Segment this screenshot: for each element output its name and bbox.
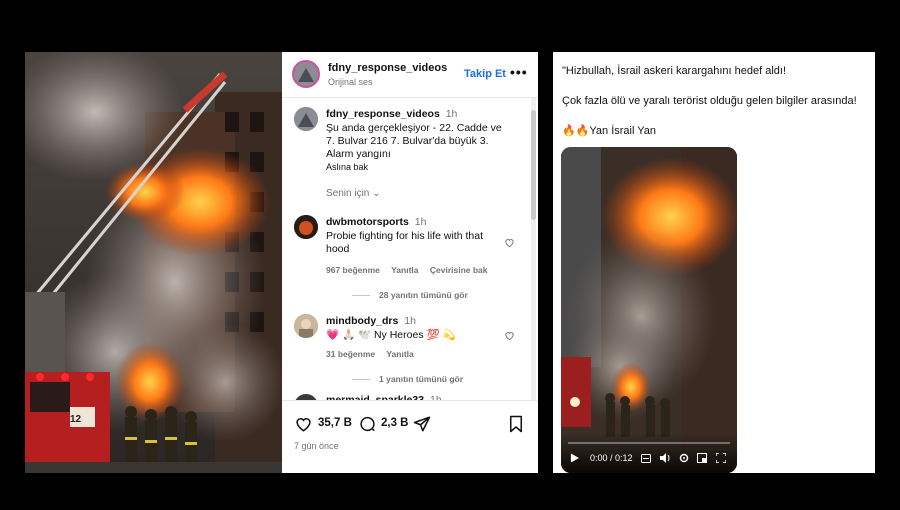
audio-label[interactable]: Orijinal ses bbox=[328, 77, 373, 87]
video-frame-image bbox=[561, 147, 737, 473]
share-icon[interactable] bbox=[413, 415, 431, 433]
avatar-image bbox=[294, 62, 318, 86]
caption-username-text[interactable]: fdny_response_videos bbox=[326, 108, 440, 120]
comment-time: 1h bbox=[404, 315, 416, 327]
comment-header: mindbody_drs 1h bbox=[326, 315, 416, 327]
comment-like-count[interactable]: 967 beğenme bbox=[326, 265, 380, 275]
tweet-text-line1: "Hizbullah, İsrail askeri karargahını he… bbox=[562, 65, 787, 77]
see-original-link[interactable]: Aslına bak bbox=[326, 162, 368, 172]
post-sidebar: fdny_response_videos Orijinal ses Takip … bbox=[282, 52, 538, 473]
caption-text: Şu anda gerçekleşiyor - 22. Cadde ve 7. … bbox=[326, 122, 502, 160]
comment-text: Probie fighting for his life with that h… bbox=[326, 230, 483, 255]
reply-button[interactable]: Yanıtla bbox=[391, 265, 418, 275]
more-options-icon[interactable]: ••• bbox=[510, 64, 528, 80]
view-replies-button[interactable]: 1 yanıtın tümünü gör bbox=[379, 374, 463, 384]
caption-time: 1h bbox=[445, 108, 458, 120]
like-count[interactable]: 35,7 B bbox=[318, 417, 352, 429]
avatar-image bbox=[294, 215, 318, 239]
comments-scrollbar-thumb[interactable] bbox=[531, 110, 536, 220]
replies-divider bbox=[352, 379, 370, 380]
video-progress-track[interactable] bbox=[568, 442, 730, 444]
comment-meta: 967 beğenme Yanıtla Çevirisine bak bbox=[326, 265, 497, 275]
fullscreen-icon[interactable] bbox=[716, 453, 726, 463]
comment-filter-label: Senin için bbox=[326, 188, 370, 199]
comment-icon[interactable] bbox=[358, 415, 377, 433]
comment-username[interactable]: dwbmotorsports bbox=[326, 216, 409, 228]
picture-in-picture-icon[interactable] bbox=[697, 453, 707, 463]
post-photo[interactable]: 12 bbox=[25, 52, 282, 473]
volume-icon[interactable] bbox=[660, 453, 671, 463]
heart-icon[interactable] bbox=[504, 330, 515, 341]
author-username[interactable]: fdny_response_videos bbox=[328, 62, 447, 74]
like-heart-icon[interactable] bbox=[294, 415, 313, 433]
post-header: fdny_response_videos Orijinal ses Takip … bbox=[282, 52, 538, 98]
replies-divider bbox=[352, 295, 370, 296]
comment-username[interactable]: mindbody_drs bbox=[326, 315, 398, 327]
reply-button[interactable]: Yanıtla bbox=[386, 349, 413, 359]
post-action-bar: 35,7 B 2,3 B 7 gün önce bbox=[282, 400, 538, 473]
caption-username: fdny_response_videos 1h bbox=[326, 108, 457, 120]
translate-button[interactable]: Çevirisine bak bbox=[430, 265, 488, 275]
chevron-down-icon: ⌄ bbox=[372, 188, 381, 199]
captions-icon[interactable] bbox=[641, 454, 651, 463]
follow-button[interactable]: Takip Et bbox=[464, 68, 506, 80]
video-time: 0:00 / 0:12 bbox=[590, 453, 633, 463]
comment-header: dwbmotorsports 1h bbox=[326, 216, 426, 228]
view-replies-button[interactable]: 28 yanıtın tümünü gör bbox=[379, 290, 468, 300]
tweet-video[interactable]: 0:00 / 0:12 bbox=[561, 147, 737, 473]
comment-time: 1h bbox=[414, 216, 427, 228]
settings-icon[interactable] bbox=[679, 453, 689, 463]
tweet-text-line2: Çok fazla ölü ve yaralı terörist olduğu … bbox=[562, 95, 857, 107]
heart-icon[interactable] bbox=[504, 237, 515, 248]
tweet-panel: "Hizbullah, İsrail askeri karargahını he… bbox=[553, 52, 875, 473]
comment-meta: 31 beğenme Yanıtla bbox=[326, 349, 423, 359]
comment-text: 💗 🙏🏻 🕊️ Ny Heroes 💯 💫 bbox=[326, 329, 456, 341]
author-avatar[interactable] bbox=[292, 60, 320, 88]
avatar-image bbox=[294, 107, 318, 131]
instagram-post-panel: 12 fdny_response_videos Orijinal ses Tak… bbox=[25, 52, 538, 473]
comment-filter[interactable]: Senin için ⌄ bbox=[326, 188, 381, 199]
avatar-image bbox=[294, 314, 318, 338]
caption-avatar[interactable] bbox=[294, 107, 318, 131]
comment-count[interactable]: 2,3 B bbox=[381, 417, 409, 429]
svg-text:12: 12 bbox=[70, 414, 82, 425]
comment-avatar[interactable] bbox=[294, 215, 318, 239]
fire-scene-image: 12 bbox=[25, 52, 282, 473]
play-icon[interactable] bbox=[570, 453, 579, 463]
comment-like-count[interactable]: 31 beğenme bbox=[326, 349, 375, 359]
tweet-text-line3: 🔥🔥Yan İsrail Yan bbox=[562, 125, 657, 137]
post-date: 7 gün önce bbox=[294, 441, 339, 451]
video-controls bbox=[561, 433, 737, 473]
comment-avatar[interactable] bbox=[294, 314, 318, 338]
bookmark-icon[interactable] bbox=[508, 415, 524, 433]
